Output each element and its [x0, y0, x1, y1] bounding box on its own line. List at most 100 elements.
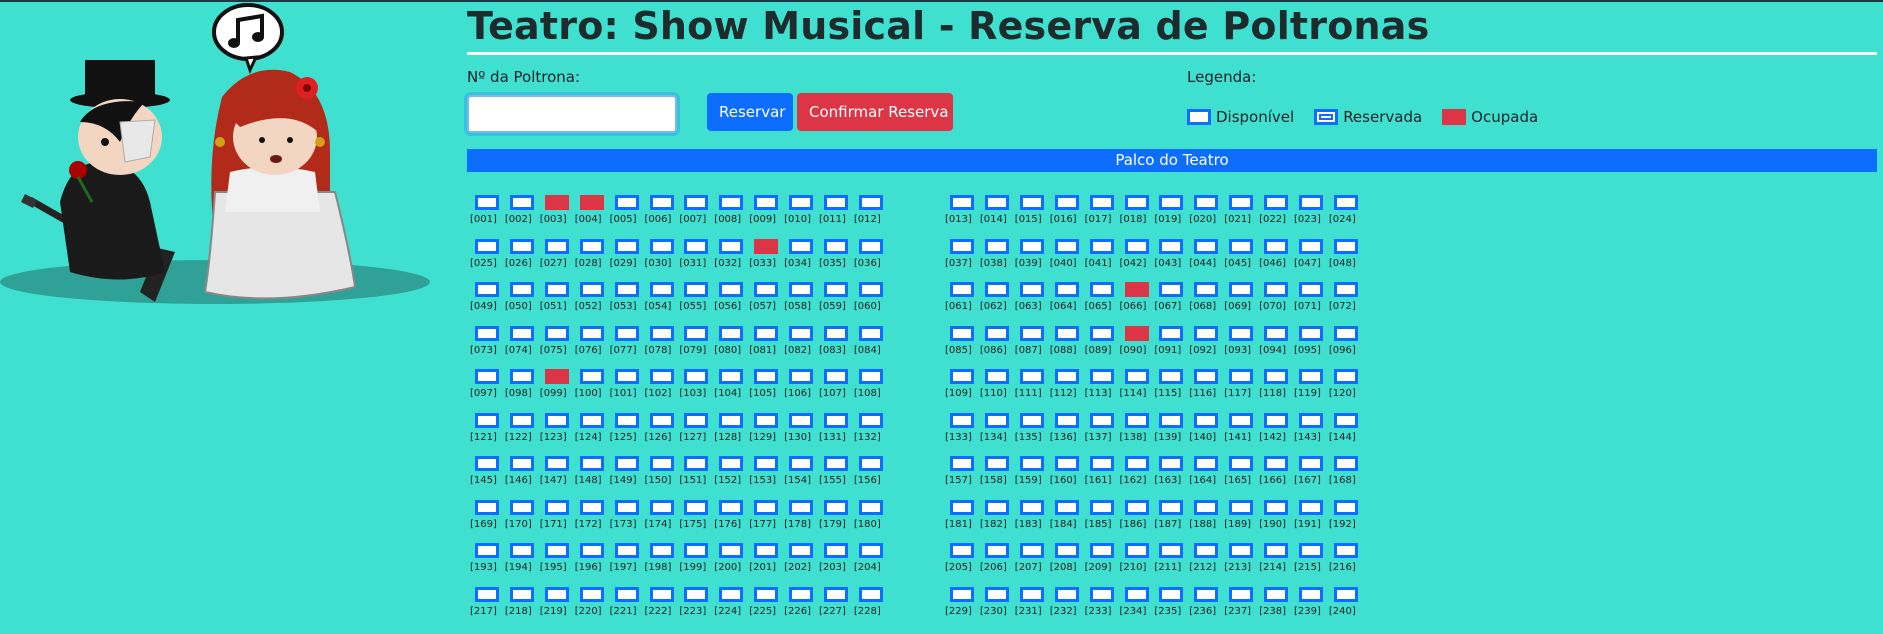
seat-icon[interactable]	[984, 195, 1009, 210]
seat-135[interactable]: [135]	[1015, 412, 1047, 449]
seat-221[interactable]: [221]	[610, 586, 642, 623]
seat-icon[interactable]	[1333, 586, 1358, 602]
seat-145[interactable]: [145]	[470, 456, 502, 492]
seat-217[interactable]: [217]	[470, 586, 502, 623]
seat-189[interactable]: [189]	[1224, 499, 1256, 536]
seat-238[interactable]: [238]	[1259, 586, 1291, 623]
seat-icon[interactable]	[754, 369, 779, 384]
seat-icon[interactable]	[1333, 195, 1358, 210]
seat-icon[interactable]	[1159, 195, 1184, 210]
seat-142[interactable]: [142]	[1259, 412, 1291, 449]
seat-icon[interactable]	[789, 456, 814, 471]
seat-097[interactable]: [097]	[470, 369, 502, 405]
seat-icon[interactable]	[1124, 456, 1149, 471]
seat-152[interactable]: [152]	[714, 456, 746, 492]
seat-icon[interactable]	[475, 543, 499, 558]
seat-icon[interactable]	[1089, 586, 1114, 602]
seat-077[interactable]: [077]	[610, 325, 642, 362]
seat-212[interactable]: [212]	[1189, 543, 1221, 579]
seat-icon[interactable]	[614, 412, 639, 428]
seat-056[interactable]: [056]	[714, 282, 746, 318]
seat-209[interactable]: [209]	[1085, 543, 1117, 579]
seat-icon[interactable]	[1124, 238, 1149, 254]
seat-icon[interactable]	[719, 586, 744, 602]
seat-086[interactable]: [086]	[980, 325, 1012, 362]
seat-icon[interactable]	[858, 325, 883, 341]
seat-038[interactable]: [038]	[980, 238, 1012, 275]
seat-120[interactable]: [120]	[1329, 369, 1361, 405]
seat-194[interactable]: [194]	[505, 543, 537, 579]
seat-icon[interactable]	[1264, 282, 1289, 297]
seat-icon[interactable]	[1089, 412, 1114, 428]
seat-154[interactable]: [154]	[784, 456, 816, 492]
seat-192[interactable]: [192]	[1329, 499, 1361, 536]
seat-icon[interactable]	[1089, 282, 1114, 297]
seat-108[interactable]: [108]	[854, 369, 886, 405]
seat-195[interactable]: [195]	[540, 543, 572, 579]
seat-069[interactable]: [069]	[1224, 282, 1256, 318]
seat-173[interactable]: [173]	[610, 499, 642, 536]
seat-016[interactable]: [016]	[1050, 195, 1082, 231]
seat-icon[interactable]	[824, 325, 848, 341]
seat-icon[interactable]	[1124, 195, 1149, 210]
seat-icon[interactable]	[1299, 195, 1323, 210]
seat-052[interactable]: [052]	[575, 282, 607, 318]
seat-icon[interactable]	[1124, 282, 1149, 297]
seat-011[interactable]: [011]	[819, 195, 851, 231]
seat-174[interactable]: [174]	[645, 499, 677, 536]
seat-122[interactable]: [122]	[505, 412, 537, 449]
seat-icon[interactable]	[754, 325, 779, 341]
seat-icon[interactable]	[789, 195, 814, 210]
seat-icon[interactable]	[614, 195, 639, 210]
seat-icon[interactable]	[1019, 325, 1044, 341]
seat-118[interactable]: [118]	[1259, 369, 1291, 405]
seat-227[interactable]: [227]	[819, 586, 851, 623]
seat-icon[interactable]	[950, 586, 974, 602]
seat-icon[interactable]	[950, 456, 974, 471]
seat-icon[interactable]	[684, 412, 709, 428]
seat-icon[interactable]	[984, 586, 1009, 602]
seat-icon[interactable]	[1229, 195, 1254, 210]
seat-icon[interactable]	[649, 543, 674, 558]
seat-202[interactable]: [202]	[784, 543, 816, 579]
seat-icon[interactable]	[1299, 369, 1323, 384]
seat-icon[interactable]	[1299, 325, 1323, 341]
seat-186[interactable]: [186]	[1120, 499, 1152, 536]
seat-190[interactable]: [190]	[1259, 499, 1291, 536]
seat-063[interactable]: [063]	[1015, 282, 1047, 318]
seat-icon[interactable]	[1333, 282, 1358, 297]
seat-224[interactable]: [224]	[714, 586, 746, 623]
seat-164[interactable]: [164]	[1189, 456, 1221, 492]
seat-icon[interactable]	[1159, 586, 1184, 602]
seat-icon[interactable]	[1333, 369, 1358, 384]
seat-070[interactable]: [070]	[1259, 282, 1291, 318]
seat-198[interactable]: [198]	[645, 543, 677, 579]
seat-icon[interactable]	[984, 325, 1009, 341]
seat-icon[interactable]	[544, 412, 569, 428]
seat-060[interactable]: [060]	[854, 282, 886, 318]
seat-201[interactable]: [201]	[749, 543, 781, 579]
seat-200[interactable]: [200]	[714, 543, 746, 579]
seat-icon[interactable]	[1299, 282, 1323, 297]
seat-icon[interactable]	[614, 369, 639, 384]
seat-095[interactable]: [095]	[1294, 325, 1326, 362]
seat-007[interactable]: [007]	[679, 195, 711, 231]
seat-icon[interactable]	[1299, 412, 1323, 428]
seat-icon[interactable]	[824, 195, 848, 210]
seat-icon[interactable]	[858, 412, 883, 428]
seat-044[interactable]: [044]	[1189, 238, 1221, 275]
seat-icon[interactable]	[1124, 369, 1149, 384]
seat-icon[interactable]	[824, 586, 848, 602]
seat-020[interactable]: [020]	[1189, 195, 1221, 231]
seat-175[interactable]: [175]	[679, 499, 711, 536]
seat-icon[interactable]	[1089, 369, 1114, 384]
seat-064[interactable]: [064]	[1050, 282, 1082, 318]
seat-223[interactable]: [223]	[679, 586, 711, 623]
seat-icon[interactable]	[824, 369, 848, 384]
seat-icon[interactable]	[719, 412, 744, 428]
seat-237[interactable]: [237]	[1224, 586, 1256, 623]
seat-icon[interactable]	[1124, 412, 1149, 428]
seat-icon[interactable]	[684, 499, 709, 515]
seat-065[interactable]: [065]	[1085, 282, 1117, 318]
seat-icon[interactable]	[544, 282, 569, 297]
